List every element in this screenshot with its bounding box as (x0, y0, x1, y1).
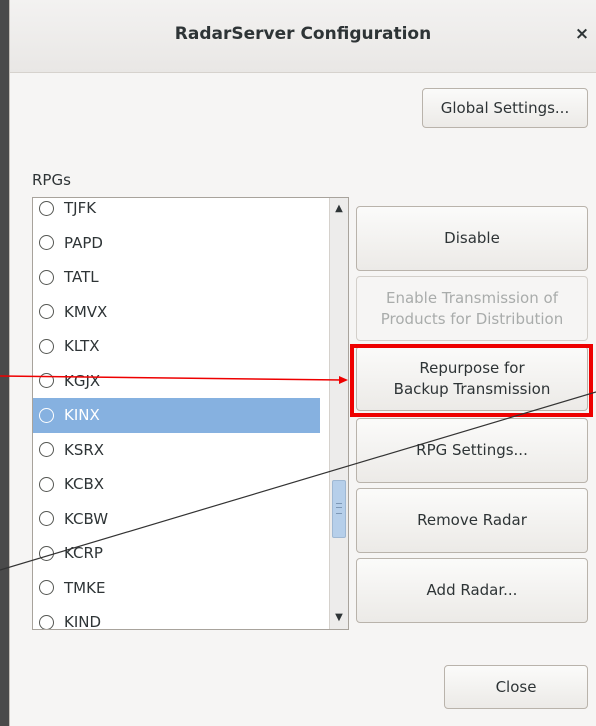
rpg-name: KSRX (64, 440, 105, 459)
radio-button-icon[interactable] (39, 200, 54, 216)
rpg-name: KGJX (64, 371, 101, 390)
radio-button-icon[interactable] (39, 235, 54, 251)
radio-button-icon[interactable] (39, 511, 54, 527)
radio-button-icon[interactable] (39, 373, 54, 389)
rpg-settings-button[interactable]: RPG Settings... (356, 418, 588, 483)
scrollbar-thumb[interactable] (332, 480, 346, 538)
radio-button-icon[interactable] (39, 614, 54, 629)
close-icon[interactable]: × (573, 25, 591, 43)
radarserver-config-dialog: RadarServer Configuration × Global Setti… (9, 0, 596, 726)
dialog-title: RadarServer Configuration (174, 24, 432, 44)
rpg-list-item[interactable]: KSRX (33, 433, 320, 468)
rpg-list-item[interactable]: KIND (33, 605, 320, 630)
rpg-list-item[interactable]: PAPD (33, 226, 320, 261)
rpg-list-item[interactable]: KINX (33, 398, 320, 433)
rpg-list-item[interactable]: KCBX (33, 467, 320, 502)
radio-button-icon[interactable] (39, 269, 54, 285)
rpg-name: KCBW (64, 509, 109, 528)
rpg-name: KMVX (64, 302, 108, 321)
rpg-name: KLTX (64, 337, 100, 356)
rpgs-label: RPGs (32, 171, 71, 189)
rpg-list-item[interactable]: KGJX (33, 364, 320, 399)
rpg-list-item[interactable]: KLTX (33, 329, 320, 364)
global-settings-button[interactable]: Global Settings... (422, 88, 588, 128)
radio-button-icon[interactable] (39, 580, 54, 596)
rpg-name: KCBX (64, 475, 105, 494)
radio-button-icon[interactable] (39, 407, 54, 423)
radio-button-icon[interactable] (39, 304, 54, 320)
rpg-name: TJFK (64, 199, 97, 218)
rpg-name: KIND (64, 613, 102, 630)
rpg-name: KINX (64, 406, 100, 425)
radio-button-icon[interactable] (39, 545, 54, 561)
enable-transmission-button[interactable]: Enable Transmission of Products for Dist… (356, 276, 588, 341)
scroll-up-arrow-icon[interactable]: ▲ (330, 200, 348, 218)
radio-button-icon[interactable] (39, 338, 54, 354)
repurpose-backup-button[interactable]: Repurpose for Backup Transmission (356, 346, 588, 411)
rpg-list-item[interactable]: TATL (33, 260, 320, 295)
rpg-list-item[interactable]: TMKE (33, 571, 320, 606)
add-radar-button[interactable]: Add Radar... (356, 558, 588, 623)
rpg-list-item[interactable]: KCBW (33, 502, 320, 537)
rpg-list-item[interactable]: KMVX (33, 295, 320, 330)
remove-radar-button[interactable]: Remove Radar (356, 488, 588, 553)
rpg-name: PAPD (64, 233, 103, 252)
rpg-list-item[interactable]: TJFK (33, 198, 320, 226)
scroll-down-arrow-icon[interactable]: ▼ (330, 609, 348, 627)
rpg-name: TMKE (64, 578, 106, 597)
rpg-list[interactable]: TJFK PAPD TATL KMVX KLTX KGJX KINX KSRX KCBX KCBW… (32, 197, 349, 630)
radio-button-icon[interactable] (39, 476, 54, 492)
window-edge (0, 0, 9, 726)
radio-button-icon[interactable] (39, 442, 54, 458)
rpg-name: KCRP (64, 544, 103, 563)
rpg-list-item[interactable]: KCRP (33, 536, 320, 571)
title-bar[interactable]: RadarServer Configuration × (10, 0, 596, 73)
list-scrollbar[interactable]: ▲ ▼ (329, 198, 348, 629)
rpg-name: TATL (64, 268, 99, 287)
disable-button[interactable]: Disable (356, 206, 588, 271)
close-button[interactable]: Close (444, 665, 588, 709)
